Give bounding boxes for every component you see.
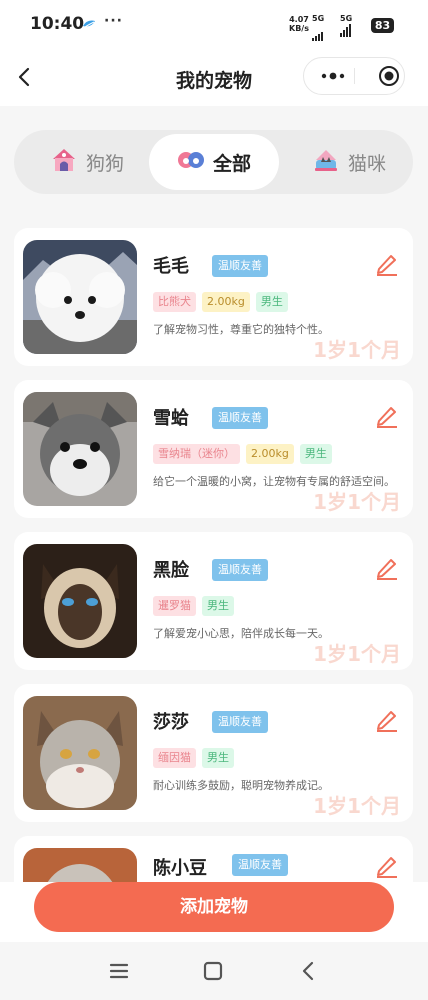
network-speed-value: 4.07 [289, 15, 309, 24]
cat-photo [23, 848, 137, 882]
maine-coon-photo [23, 696, 137, 810]
pet-age: 1岁1个月 [313, 490, 401, 514]
temper-badge: 温顺友善 [212, 711, 268, 733]
siamese-photo [23, 544, 137, 658]
schnauzer-photo [23, 392, 137, 506]
pet-name: 陈小豆 [153, 858, 207, 879]
tab-cats[interactable]: 猫咪 [294, 130, 404, 194]
sex-tag: 男生 [202, 596, 234, 616]
more-dots-icon[interactable] [318, 66, 348, 86]
status-bar: 10:40 ··· 4.07 KB/s 5G 5G 83 [0, 0, 428, 50]
pet-tags: 雪纳瑞（迷你） 2.00kg 男生 [153, 444, 338, 464]
pet-name: 雪蛤 [153, 408, 189, 429]
add-pet-area: 添加宠物 [0, 882, 428, 942]
pet-tags: 缅因猫 男生 [153, 748, 240, 768]
edit-pencil-icon[interactable] [374, 706, 400, 732]
sex-tag: 男生 [202, 748, 234, 768]
breed-tag: 缅因猫 [153, 748, 196, 768]
breed-tag: 暹罗猫 [153, 596, 196, 616]
pet-age: 1岁1个月 [313, 338, 401, 362]
temper-badge: 温顺友善 [232, 854, 288, 876]
back-icon[interactable] [296, 958, 322, 984]
network-speed-unit: KB/s [289, 24, 309, 33]
pet-tags: 比熊犬 2.00kg 男生 [153, 292, 294, 312]
app-notification-icon [82, 18, 96, 32]
add-pet-button[interactable]: 添加宠物 [34, 882, 394, 932]
pet-card[interactable]: 黑脸 温顺友善 暹罗猫 男生 了解爱宠小心思，陪伴成长每一天。 1岁1个月 [14, 532, 413, 670]
signal-icon-1 [312, 22, 324, 41]
bichon-photo [23, 240, 137, 354]
pet-tags: 暹罗猫 男生 [153, 596, 240, 616]
sex-tag: 男生 [299, 444, 332, 464]
pet-card[interactable]: 雪蛤 温顺友善 雪纳瑞（迷你） 2.00kg 男生 给它一个温暖的小窝，让宠物有… [14, 380, 413, 518]
edit-pencil-icon[interactable] [374, 402, 400, 428]
breed-tag: 比熊犬 [153, 292, 196, 312]
tab-all[interactable]: 全部 [149, 134, 279, 190]
edit-pencil-icon[interactable] [374, 554, 400, 580]
home-icon[interactable] [200, 958, 226, 984]
category-tabs: 狗狗 全部 猫咪 [14, 130, 413, 194]
weight-tag: 2.00kg [246, 444, 294, 464]
system-nav-bar [0, 942, 428, 1000]
network-speed: 4.07 KB/s [289, 15, 309, 33]
mini-program-capsule [303, 57, 405, 95]
signal-icon-2 [340, 18, 352, 37]
capsule-divider [354, 68, 355, 84]
menu-icon[interactable] [106, 958, 132, 984]
pet-age: 1岁1个月 [313, 794, 401, 818]
pet-card[interactable]: 陈小豆 温顺友善 [14, 836, 413, 882]
tab-cats-label: 猫咪 [347, 152, 386, 175]
pet-name: 莎莎 [153, 712, 189, 733]
dog-house-icon [50, 146, 78, 178]
status-time: 10:40 [30, 14, 85, 34]
battery-icon: 83 [371, 18, 394, 33]
breed-tag: 雪纳瑞（迷你） [153, 444, 240, 464]
pet-name: 毛毛 [153, 256, 189, 277]
status-more-dots: ··· [104, 13, 123, 29]
temper-badge: 温顺友善 [212, 255, 268, 277]
tab-all-label: 全部 [212, 152, 251, 175]
paws-icon [177, 149, 205, 175]
target-close-icon[interactable] [378, 65, 400, 87]
edit-pencil-icon[interactable] [374, 250, 400, 276]
edit-pencil-icon[interactable] [374, 852, 400, 878]
temper-badge: 温顺友善 [212, 407, 268, 429]
temper-badge: 温顺友善 [212, 559, 268, 581]
pet-name: 黑脸 [153, 560, 189, 581]
cat-bed-icon [312, 146, 340, 178]
tab-dogs[interactable]: 狗狗 [32, 130, 142, 194]
weight-tag: 2.00kg [202, 292, 250, 312]
tab-dogs-label: 狗狗 [85, 152, 124, 175]
pet-card[interactable]: 毛毛 温顺友善 比熊犬 2.00kg 男生 了解宠物习性，尊重它的独特个性。 1… [14, 228, 413, 366]
nav-bar: 我的宠物 [0, 50, 428, 106]
pet-list: 毛毛 温顺友善 比熊犬 2.00kg 男生 了解宠物习性，尊重它的独特个性。 1… [0, 220, 428, 882]
pet-age: 1岁1个月 [313, 642, 401, 666]
pet-card[interactable]: 莎莎 温顺友善 缅因猫 男生 耐心训练多鼓励，聪明宠物养成记。 1岁1个月 [14, 684, 413, 822]
sex-tag: 男生 [255, 292, 288, 312]
